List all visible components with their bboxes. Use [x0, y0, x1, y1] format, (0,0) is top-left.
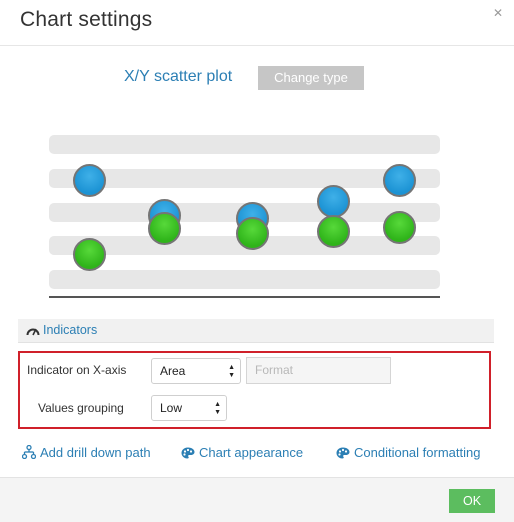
x-axis-indicator-select[interactable]: Area ▲ ▼ [151, 358, 241, 384]
indicators-toggle[interactable]: Indicators [26, 323, 97, 337]
select-arrows-icon: ▲ ▼ [228, 364, 235, 379]
preview-band [49, 169, 440, 188]
preview-dot-green [383, 211, 416, 244]
values-grouping-value: Low [160, 401, 183, 415]
conditional-formatting-label: Conditional formatting [354, 445, 481, 460]
chart-appearance-label: Chart appearance [199, 445, 304, 460]
title-divider [0, 45, 514, 46]
change-type-button[interactable]: Change type [258, 66, 364, 90]
preview-dot-green [317, 215, 350, 248]
chart-appearance-link[interactable]: Chart appearance [181, 445, 303, 460]
add-drill-down-label: Add drill down path [40, 445, 151, 460]
x-axis-indicator-value: Area [160, 364, 186, 378]
preview-dot-green [148, 212, 181, 245]
gauge-icon [26, 328, 40, 336]
preview-dot-green [236, 217, 269, 250]
palette-icon [336, 447, 350, 459]
preview-band [49, 270, 440, 289]
palette-icon [181, 447, 195, 459]
ok-button[interactable]: OK [449, 489, 495, 513]
preview-dot-green [73, 238, 106, 271]
preview-axis [49, 296, 440, 298]
preview-dot-blue [73, 164, 106, 197]
indicators-label: Indicators [43, 323, 98, 337]
chart-type-label: X/Y scatter plot [124, 68, 233, 85]
close-icon[interactable]: ✕ [493, 6, 503, 20]
dialog-title: Chart settings [20, 8, 153, 31]
format-input[interactable]: Format [246, 357, 391, 384]
dialog-footer [0, 477, 514, 522]
values-grouping-select[interactable]: Low ▲ ▼ [151, 395, 227, 421]
add-drill-down-link[interactable]: Add drill down path [21, 444, 151, 460]
conditional-formatting-link[interactable]: Conditional formatting [336, 445, 480, 460]
preview-dot-blue [317, 185, 350, 218]
preview-dot-blue [383, 164, 416, 197]
values-grouping-label: Values grouping [38, 401, 124, 415]
preview-band [49, 135, 440, 154]
select-arrows-icon: ▲ ▼ [214, 401, 221, 416]
hierarchy-icon [21, 444, 37, 460]
x-axis-indicator-label: Indicator on X-axis [27, 363, 127, 377]
